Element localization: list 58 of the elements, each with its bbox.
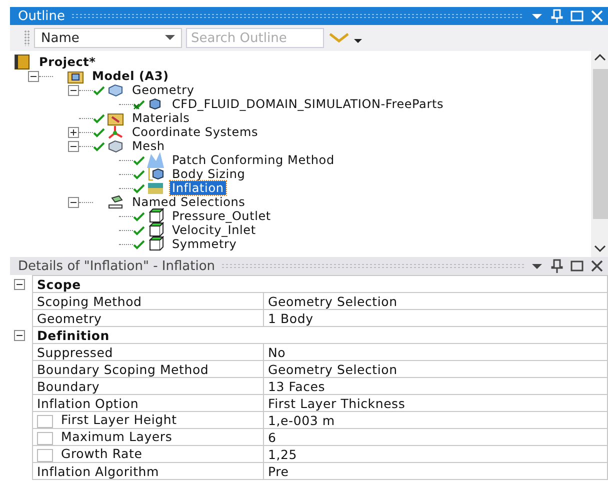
property-name: Boundary Scoping Method bbox=[32, 360, 264, 378]
tree-item[interactable]: Named Selections bbox=[130, 195, 248, 209]
property-value[interactable]: 1 Body bbox=[264, 310, 608, 326]
scrollbar[interactable] bbox=[591, 51, 608, 257]
expand-toggle[interactable] bbox=[68, 126, 79, 138]
close-icon[interactable] bbox=[590, 259, 604, 273]
maximize-icon[interactable] bbox=[570, 259, 584, 273]
collapse-toggle[interactable] bbox=[68, 140, 79, 152]
property-value[interactable]: 1,e-003 m bbox=[264, 412, 608, 428]
tree-item[interactable]: Inflation bbox=[170, 181, 226, 195]
collapse-toggle[interactable] bbox=[28, 70, 39, 82]
collapse-toggle[interactable] bbox=[68, 196, 79, 208]
tree-item[interactable]: Mesh bbox=[130, 139, 167, 153]
property-name: Maximum Layers bbox=[61, 429, 172, 444]
property-value[interactable]: 1,25 bbox=[264, 446, 608, 462]
property-name: Boundary bbox=[32, 378, 264, 394]
property-value[interactable]: No bbox=[264, 344, 608, 360]
scroll-up-icon[interactable] bbox=[594, 53, 606, 61]
tree-item[interactable]: Body Sizing bbox=[170, 167, 248, 181]
collapse-toggle[interactable] bbox=[68, 84, 79, 96]
tree-item[interactable]: Symmetry bbox=[170, 237, 239, 251]
parameter-checkbox[interactable] bbox=[37, 414, 53, 428]
property-value[interactable]: 6 bbox=[264, 428, 608, 446]
search-field[interactable]: Search Outline bbox=[186, 28, 324, 48]
tree-item[interactable]: Geometry bbox=[130, 83, 196, 97]
tree-item[interactable]: Materials bbox=[130, 111, 192, 125]
pin-icon[interactable] bbox=[550, 259, 564, 273]
tree-item[interactable]: Pressure_Outlet bbox=[170, 209, 273, 223]
collapse-toggle[interactable] bbox=[14, 330, 25, 340]
tree-item[interactable]: Model (A3) bbox=[90, 69, 171, 83]
property-value[interactable]: Geometry Selection bbox=[264, 360, 608, 378]
property-value[interactable]: Geometry Selection bbox=[264, 292, 608, 310]
sort-dropdown[interactable]: Name bbox=[34, 28, 182, 48]
property-name: Inflation Option bbox=[32, 394, 264, 412]
collapse-toggle[interactable] bbox=[14, 278, 25, 290]
tree-item[interactable]: Velocity_Inlet bbox=[170, 223, 258, 237]
property-value[interactable]: Pre bbox=[264, 462, 608, 480]
section-header: Definition bbox=[32, 326, 608, 344]
tree-item[interactable]: Project* bbox=[37, 55, 98, 69]
section-header: Scope bbox=[32, 276, 608, 292]
parameter-checkbox[interactable] bbox=[37, 448, 53, 462]
tree-item[interactable]: CFD_FLUID_DOMAIN_SIMULATION-FreeParts bbox=[170, 97, 446, 111]
tree-item[interactable]: Coordinate Systems bbox=[130, 125, 260, 139]
property-name: Growth Rate bbox=[61, 446, 142, 462]
panel-title: Details of "Inflation" - Inflation bbox=[18, 258, 216, 274]
property-value[interactable]: 13 Faces bbox=[264, 378, 608, 394]
tree-item[interactable]: Patch Conforming Method bbox=[170, 153, 336, 167]
caret-icon bbox=[165, 35, 175, 41]
property-name: Scoping Method bbox=[32, 292, 264, 310]
parameter-checkbox[interactable] bbox=[37, 432, 53, 445]
panel-title: Outline bbox=[18, 8, 66, 24]
property-value[interactable]: First Layer Thickness bbox=[264, 394, 608, 412]
scroll-down-icon[interactable] bbox=[594, 245, 606, 253]
coordinates-icon bbox=[107, 124, 124, 140]
property-name: Geometry bbox=[32, 310, 264, 326]
property-name: First Layer Height bbox=[61, 412, 177, 428]
property-name: Suppressed bbox=[32, 344, 264, 360]
property-name: Inflation Algorithm bbox=[32, 462, 264, 480]
